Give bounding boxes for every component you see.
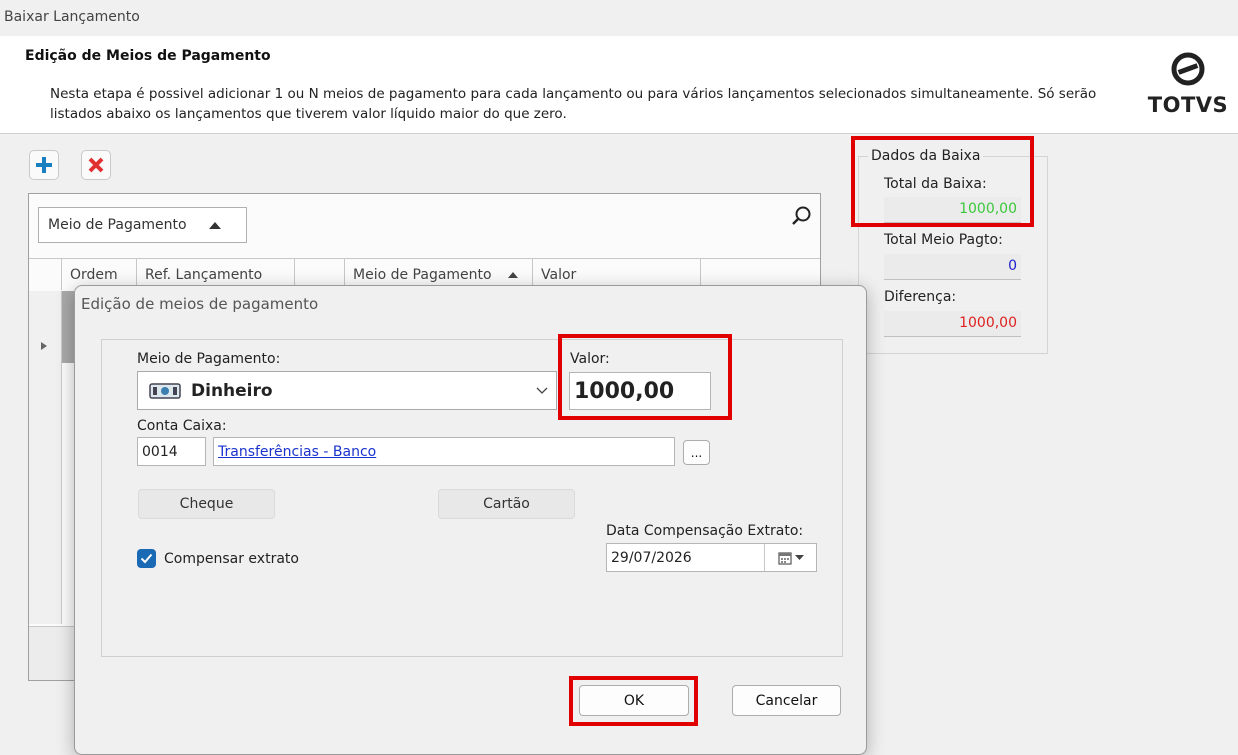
highlight-total-baixa bbox=[851, 136, 1034, 227]
totvs-logo: TOTVS bbox=[1143, 52, 1233, 128]
highlight-valor bbox=[558, 334, 732, 420]
compensar-extrato-label: Compensar extrato bbox=[164, 551, 299, 567]
group-by-panel[interactable]: Meio de Pagamento bbox=[38, 207, 247, 243]
cancel-button[interactable]: Cancelar bbox=[732, 685, 841, 716]
diferenca-label: Diferença: bbox=[884, 289, 957, 305]
total-meio-value: 0 bbox=[884, 254, 1021, 280]
row-pointer-icon bbox=[41, 342, 47, 350]
logo-text: TOTVS bbox=[1147, 93, 1229, 117]
page-description: Nesta etapa é possivel adicionar 1 ou N … bbox=[50, 86, 1097, 122]
search-icon[interactable] bbox=[790, 205, 814, 229]
sort-asc-icon bbox=[507, 271, 518, 278]
diferenca-value: 1000,00 bbox=[884, 311, 1021, 337]
data-compensacao-label: Data Compensação Extrato: bbox=[606, 523, 804, 539]
delete-x-icon bbox=[88, 157, 104, 173]
checkmark-icon bbox=[140, 553, 153, 564]
conta-caixa-browse-button[interactable]: ... bbox=[683, 440, 710, 465]
grid-selected-cell bbox=[62, 291, 74, 363]
calendar-button[interactable] bbox=[764, 544, 816, 571]
page-title: Edição de Meios de Pagamento bbox=[25, 48, 271, 64]
add-button[interactable] bbox=[29, 150, 59, 180]
delete-button[interactable] bbox=[81, 150, 111, 180]
dropdown-arrow-icon bbox=[794, 554, 804, 560]
conta-caixa-code-input[interactable]: 0014 bbox=[137, 437, 206, 466]
highlight-ok bbox=[569, 676, 698, 726]
col-ordem-label: Ordem bbox=[70, 266, 118, 283]
col-meio-label: Meio de Pagamento bbox=[353, 266, 492, 283]
cartao-button[interactable]: Cartão bbox=[438, 489, 575, 519]
plus-icon bbox=[36, 157, 52, 173]
totvs-logo-icon bbox=[1171, 52, 1205, 86]
sort-asc-icon bbox=[208, 221, 221, 229]
meio-pagamento-value: Dinheiro bbox=[191, 380, 273, 401]
chevron-down-icon bbox=[536, 387, 548, 394]
conta-caixa-name-link[interactable]: Transferências - Banco bbox=[213, 437, 675, 466]
col-indicator bbox=[29, 258, 62, 290]
meio-pagamento-label: Meio de Pagamento: bbox=[137, 351, 281, 367]
compensar-extrato-checkbox[interactable] bbox=[137, 549, 156, 568]
dialog-title: Edição de meios de pagamento bbox=[81, 295, 319, 313]
col-ref-label: Ref. Lançamento bbox=[145, 266, 263, 283]
total-meio-label: Total Meio Pagto: bbox=[884, 232, 1003, 248]
col-valor-label: Valor bbox=[541, 266, 577, 283]
group-by-label: Meio de Pagamento bbox=[48, 217, 187, 233]
calendar-icon bbox=[777, 551, 792, 565]
conta-caixa-label: Conta Caixa: bbox=[137, 418, 227, 434]
data-compensacao-input[interactable]: 29/07/2026 bbox=[606, 543, 817, 572]
data-compensacao-value: 29/07/2026 bbox=[611, 549, 692, 566]
cash-icon bbox=[149, 382, 181, 399]
window-title: Baixar Lançamento bbox=[4, 9, 140, 25]
meio-pagamento-select[interactable]: Dinheiro bbox=[137, 371, 557, 410]
cheque-button[interactable]: Cheque bbox=[138, 489, 275, 519]
